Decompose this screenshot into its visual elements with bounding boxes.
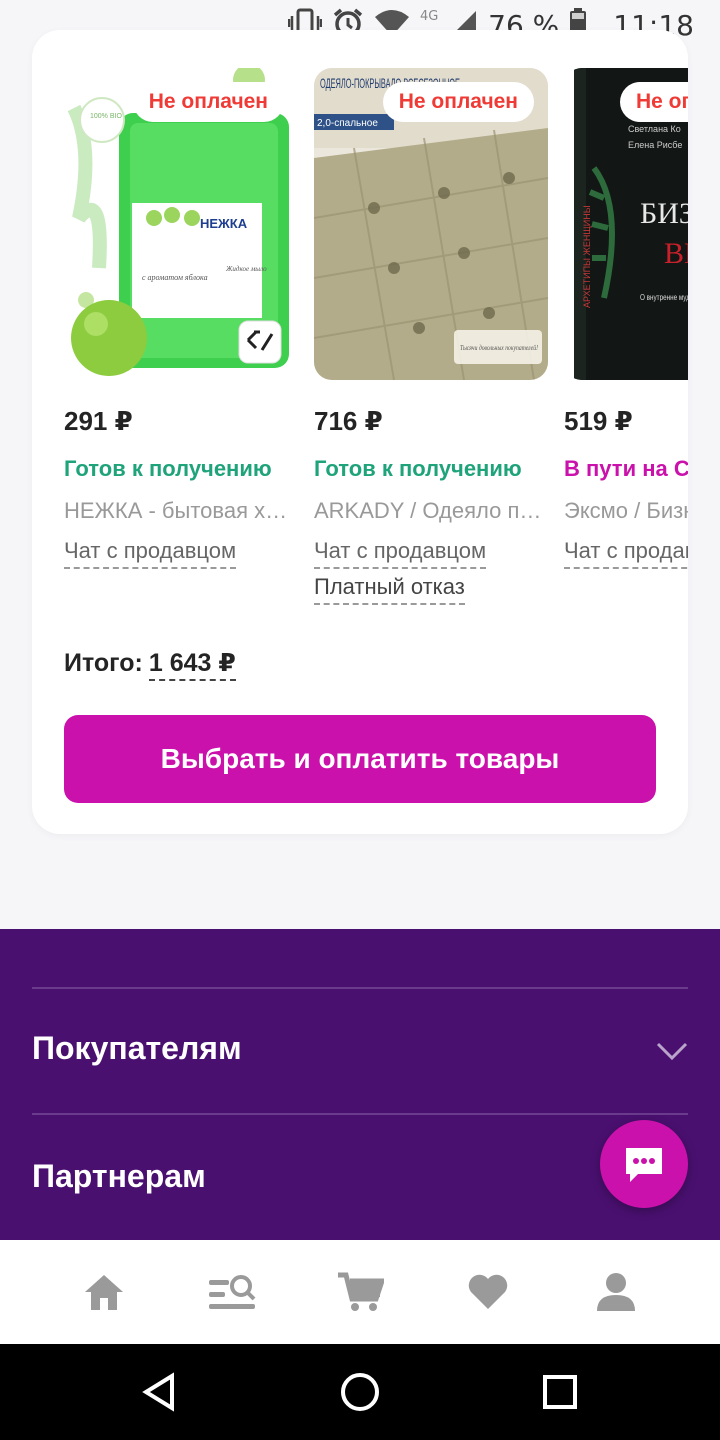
unpaid-badge: Не оплачен — [132, 82, 284, 122]
product-carousel[interactable]: НЕЖКА с ароматом яблока Жидкое мыло 100%… — [64, 68, 688, 648]
product-card[interactable]: ОДЕЯЛО-ПОКРЫВАЛО ВСЕСЕЗОННОЕ 2,0-спально… — [314, 68, 548, 605]
product-name[interactable]: НЕЖКА - бытовая химия — [64, 498, 298, 524]
home-icon — [85, 1275, 123, 1310]
chevron-down-icon[interactable] — [656, 1041, 688, 1066]
book-desc-text: О внутренне мудрости и выбирать св — [640, 293, 688, 302]
footer-section-buyers[interactable]: Покупателям — [32, 1030, 242, 1067]
book-title-text: ВЕД — [664, 237, 688, 270]
footer-divider — [32, 987, 688, 989]
back-icon — [142, 1372, 174, 1412]
product-image[interactable]: АРХЕТИПЫ ЖЕНЩИНЫ Светлана Ко Елена Рисбе… — [564, 68, 688, 380]
total-label: Итого: — [64, 649, 143, 677]
nav-favorites[interactable] — [458, 1262, 518, 1322]
product-card[interactable]: НЕЖКА с ароматом яблока Жидкое мыло 100%… — [64, 68, 298, 569]
catalog-search-icon — [209, 1275, 256, 1309]
support-chat-button[interactable] — [600, 1120, 688, 1208]
product-price: 291 ₽ — [64, 406, 133, 436]
product-image[interactable]: ОДЕЯЛО-ПОКРЫВАЛО ВСЕСЕЗОННОЕ 2,0-спально… — [314, 68, 548, 380]
bio-text: 100% BIO — [90, 113, 122, 120]
delivery-status: Готов к получению — [64, 456, 272, 481]
product-caption-text: с ароматом яблока — [142, 273, 208, 282]
book-spine-text: АРХЕТИПЫ ЖЕНЩИНЫ — [582, 205, 592, 308]
heart-icon — [468, 1274, 508, 1309]
paid-refusal-link[interactable]: Платный отказ — [314, 574, 465, 605]
chat-with-seller-link[interactable]: Чат с продавцом — [314, 538, 487, 569]
nav-profile[interactable] — [586, 1262, 646, 1322]
product-name[interactable]: ARKADY / Одеяло покрывало — [314, 498, 548, 524]
product-card[interactable]: АРХЕТИПЫ ЖЕНЩИНЫ Светлана Ко Елена Рисбе… — [564, 68, 688, 569]
delivery-status: В пути на С — [564, 456, 688, 481]
product-price: 519 ₽ — [564, 406, 633, 436]
system-back-button[interactable] — [136, 1368, 184, 1416]
product-type-text: Жидкое мыло — [225, 265, 267, 273]
system-recents-button[interactable] — [536, 1368, 584, 1416]
nav-cart[interactable] — [330, 1262, 390, 1322]
select-and-pay-button[interactable]: Выбрать и оплатить товары — [64, 715, 656, 803]
recents-icon — [543, 1375, 577, 1409]
system-nav-bar — [0, 1344, 720, 1440]
footer-section-partners[interactable]: Партнерам — [32, 1158, 206, 1195]
profile-icon — [597, 1273, 635, 1311]
unpaid-badge: Не оплачен — [620, 82, 688, 122]
product-slogan-text: Тысячи довольных покупателей! — [460, 344, 539, 352]
nav-home[interactable] — [74, 1262, 134, 1322]
unpaid-badge: Не оплачен — [382, 82, 534, 122]
book-author-text: Елена Рисбе — [628, 140, 682, 150]
book-title-text: БИЗН — [640, 197, 688, 230]
book-author-text: Светлана Ко — [628, 124, 681, 134]
network-type: 4G — [420, 9, 438, 24]
bottom-nav — [0, 1240, 720, 1344]
footer-divider — [32, 1113, 688, 1115]
product-size-text: 2,0-спальное — [317, 118, 378, 129]
home-circle-icon — [341, 1373, 379, 1411]
chat-with-seller-link[interactable]: Чат с продавцом — [564, 538, 688, 569]
order-card: НЕЖКА с ароматом яблока Жидкое мыло 100%… — [32, 30, 688, 834]
nav-catalog[interactable] — [202, 1262, 262, 1322]
cart-icon — [338, 1272, 384, 1311]
total-sum[interactable]: 1 643 ₽ — [148, 649, 236, 681]
system-home-button[interactable] — [336, 1368, 384, 1416]
chat-with-seller-link[interactable]: Чат с продавцом — [64, 538, 237, 569]
product-brand-text: НЕЖКА — [200, 216, 248, 231]
order-total: Итого: 1 643 ₽ — [64, 648, 236, 681]
product-price: 716 ₽ — [314, 406, 383, 436]
product-image[interactable]: НЕЖКА с ароматом яблока Жидкое мыло 100%… — [64, 68, 298, 380]
product-name[interactable]: Эксмо / Бизнес — [564, 498, 688, 524]
chat-bubble-icon — [626, 1148, 662, 1182]
delivery-status: Готов к получению — [314, 456, 522, 481]
